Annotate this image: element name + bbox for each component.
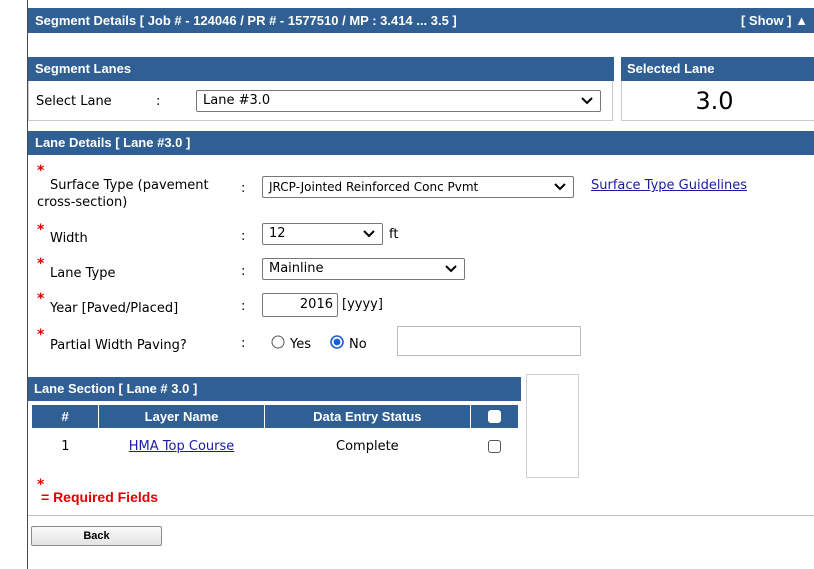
layer-name-link[interactable]: HMA Top Course xyxy=(129,439,234,454)
lane-details-header: Lane Details [ Lane #3.0 ] xyxy=(28,131,814,155)
selected-lane-value: 3.0 xyxy=(695,87,734,115)
select-all-checkbox[interactable] xyxy=(487,410,501,423)
required-marker: * xyxy=(37,163,45,179)
layer-name-cell: HMA Top Course xyxy=(99,428,265,464)
partial-width-yes-radio[interactable] xyxy=(271,335,285,349)
table-row: 1 HMA Top Course Complete xyxy=(32,428,518,464)
required-fields-note: = Required Fields xyxy=(41,489,159,505)
segment-lanes-panel: Segment Lanes Select Lane : Lane #3.0 xyxy=(28,57,614,121)
segment-details-title: Segment Details [ Job # - 124046 / PR # … xyxy=(35,13,457,28)
surface-type-label-cont: cross-section) xyxy=(37,195,128,210)
lane-type-label: Lane Type xyxy=(50,266,116,281)
lane-select-value: Lane #3.0 xyxy=(203,93,271,108)
required-marker: * xyxy=(37,222,45,238)
selected-lane-title: Selected Lane xyxy=(627,61,715,76)
chevron-down-icon xyxy=(363,230,375,238)
chevron-down-icon xyxy=(445,265,457,273)
lane-section-side-box xyxy=(526,374,579,478)
lane-type-select[interactable]: Mainline xyxy=(262,258,465,280)
chevron-down-icon xyxy=(581,97,593,105)
width-label: Width xyxy=(50,231,88,246)
column-header-number: # xyxy=(32,405,100,428)
lane-type-value: Mainline xyxy=(269,261,324,276)
selected-lane-header: Selected Lane xyxy=(621,57,814,81)
year-colon: : xyxy=(241,299,246,314)
lane-select[interactable]: Lane #3.0 xyxy=(196,90,601,112)
required-marker: * xyxy=(37,256,45,272)
segment-details-header: Segment Details [ Job # - 124046 / PR # … xyxy=(28,8,814,33)
year-format-hint: [yyyy] xyxy=(342,297,383,312)
data-entry-status: Complete xyxy=(336,438,399,454)
row-number: 1 xyxy=(61,438,70,454)
lane-section-table: # Layer Name Data Entry Status 1 HMA Top… xyxy=(32,405,518,464)
partial-width-no-radio[interactable] xyxy=(330,335,344,349)
width-unit: ft xyxy=(389,227,399,242)
partial-width-no-label: No xyxy=(349,337,367,352)
column-header-select-all xyxy=(470,405,518,428)
partial-width-colon: : xyxy=(241,336,246,351)
selected-lane-panel: Selected Lane 3.0 xyxy=(621,57,814,121)
lane-section-panel: Lane Section [ Lane # 3.0 ] # Layer Name… xyxy=(28,377,521,454)
width-select[interactable]: 12 xyxy=(262,223,383,245)
surface-type-label: Surface Type (pavement xyxy=(50,178,209,193)
lane-section-header: Lane Section [ Lane # 3.0 ] xyxy=(28,377,521,401)
surface-type-colon: : xyxy=(241,181,246,196)
footer-divider xyxy=(28,515,814,516)
lane-section-title: Lane Section [ Lane # 3.0 ] xyxy=(34,381,198,396)
surface-type-guidelines-link[interactable]: Surface Type Guidelines xyxy=(591,178,747,193)
lane-details-title: Lane Details [ Lane #3.0 ] xyxy=(35,135,191,150)
column-header-data-entry-status: Data Entry Status xyxy=(264,405,471,428)
partial-width-label: Partial Width Paving? xyxy=(50,338,187,353)
year-value: 2016 xyxy=(299,297,333,312)
segment-lanes-header: Segment Lanes xyxy=(28,57,614,81)
row-checkbox[interactable] xyxy=(487,439,501,453)
lane-type-colon: : xyxy=(241,264,246,279)
chevron-down-icon xyxy=(554,183,566,191)
partial-width-text-input[interactable] xyxy=(397,326,581,356)
year-label: Year [Paved/Placed] xyxy=(50,301,179,316)
segment-lanes-title: Segment Lanes xyxy=(35,61,132,76)
select-lane-label: Select Lane xyxy=(36,94,112,109)
width-colon: : xyxy=(241,229,246,244)
select-lane-colon: : xyxy=(156,94,161,109)
surface-type-select[interactable]: JRCP-Jointed Reinforced Conc Pvmt xyxy=(262,176,574,198)
width-value: 12 xyxy=(269,226,286,241)
back-button[interactable]: Back xyxy=(31,526,162,546)
back-button-label: Back xyxy=(83,530,110,542)
required-marker: * xyxy=(37,327,45,343)
partial-width-yes-label: Yes xyxy=(290,337,311,352)
required-marker: * xyxy=(37,291,45,307)
row-checkbox-cell xyxy=(470,428,518,464)
year-input[interactable]: 2016 xyxy=(262,293,338,317)
surface-type-value: JRCP-Jointed Reinforced Conc Pvmt xyxy=(269,180,479,194)
show-toggle-link[interactable]: [ Show ] ▲ xyxy=(741,13,808,28)
column-header-layer-name: Layer Name xyxy=(98,405,265,428)
